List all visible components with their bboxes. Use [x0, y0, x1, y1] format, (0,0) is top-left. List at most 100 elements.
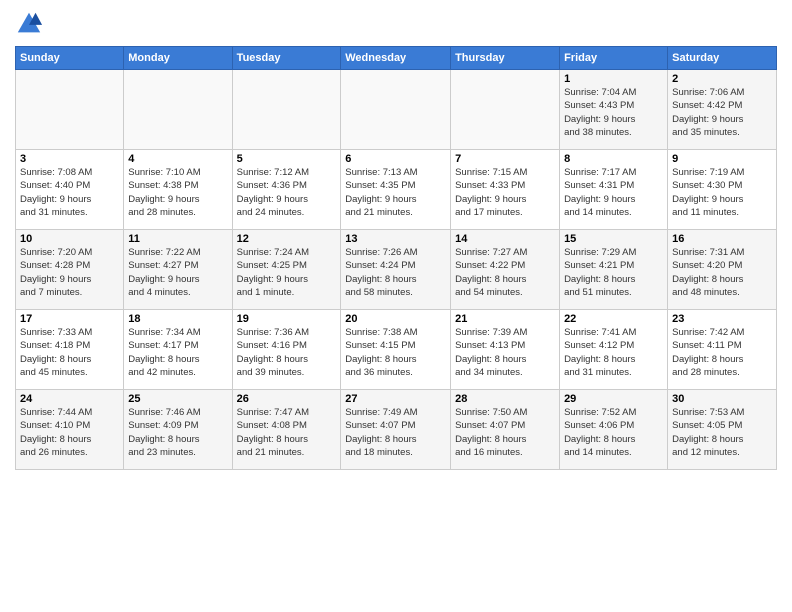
calendar-cell: [232, 70, 341, 150]
calendar-cell: 30Sunrise: 7:53 AM Sunset: 4:05 PM Dayli…: [668, 390, 777, 470]
day-number: 2: [672, 73, 772, 85]
day-number: 17: [20, 313, 119, 325]
calendar-cell: 2Sunrise: 7:06 AM Sunset: 4:42 PM Daylig…: [668, 70, 777, 150]
calendar-cell: 21Sunrise: 7:39 AM Sunset: 4:13 PM Dayli…: [451, 310, 560, 390]
day-number: 9: [672, 153, 772, 165]
calendar-cell: 14Sunrise: 7:27 AM Sunset: 4:22 PM Dayli…: [451, 230, 560, 310]
day-info: Sunrise: 7:13 AM Sunset: 4:35 PM Dayligh…: [345, 166, 446, 219]
weekday-header-saturday: Saturday: [668, 47, 777, 70]
day-number: 20: [345, 313, 446, 325]
day-number: 23: [672, 313, 772, 325]
day-info: Sunrise: 7:47 AM Sunset: 4:08 PM Dayligh…: [237, 406, 337, 459]
day-info: Sunrise: 7:04 AM Sunset: 4:43 PM Dayligh…: [564, 86, 663, 139]
calendar-cell: 16Sunrise: 7:31 AM Sunset: 4:20 PM Dayli…: [668, 230, 777, 310]
logo: [15, 10, 47, 38]
calendar-cell: 9Sunrise: 7:19 AM Sunset: 4:30 PM Daylig…: [668, 150, 777, 230]
calendar-cell: 29Sunrise: 7:52 AM Sunset: 4:06 PM Dayli…: [560, 390, 668, 470]
day-number: 24: [20, 393, 119, 405]
calendar-cell: 15Sunrise: 7:29 AM Sunset: 4:21 PM Dayli…: [560, 230, 668, 310]
day-info: Sunrise: 7:10 AM Sunset: 4:38 PM Dayligh…: [128, 166, 227, 219]
header: [15, 10, 777, 38]
day-info: Sunrise: 7:20 AM Sunset: 4:28 PM Dayligh…: [20, 246, 119, 299]
day-number: 15: [564, 233, 663, 245]
day-number: 12: [237, 233, 337, 245]
week-row-1: 1Sunrise: 7:04 AM Sunset: 4:43 PM Daylig…: [16, 70, 777, 150]
day-number: 19: [237, 313, 337, 325]
day-number: 1: [564, 73, 663, 85]
day-info: Sunrise: 7:26 AM Sunset: 4:24 PM Dayligh…: [345, 246, 446, 299]
calendar-table: SundayMondayTuesdayWednesdayThursdayFrid…: [15, 46, 777, 470]
calendar-cell: 17Sunrise: 7:33 AM Sunset: 4:18 PM Dayli…: [16, 310, 124, 390]
day-info: Sunrise: 7:12 AM Sunset: 4:36 PM Dayligh…: [237, 166, 337, 219]
calendar-cell: [124, 70, 232, 150]
day-info: Sunrise: 7:06 AM Sunset: 4:42 PM Dayligh…: [672, 86, 772, 139]
calendar-cell: 23Sunrise: 7:42 AM Sunset: 4:11 PM Dayli…: [668, 310, 777, 390]
calendar-cell: 20Sunrise: 7:38 AM Sunset: 4:15 PM Dayli…: [341, 310, 451, 390]
calendar-cell: 6Sunrise: 7:13 AM Sunset: 4:35 PM Daylig…: [341, 150, 451, 230]
day-info: Sunrise: 7:42 AM Sunset: 4:11 PM Dayligh…: [672, 326, 772, 379]
day-number: 11: [128, 233, 227, 245]
day-number: 10: [20, 233, 119, 245]
weekday-header-friday: Friday: [560, 47, 668, 70]
calendar-cell: [341, 70, 451, 150]
day-info: Sunrise: 7:27 AM Sunset: 4:22 PM Dayligh…: [455, 246, 555, 299]
calendar-cell: 7Sunrise: 7:15 AM Sunset: 4:33 PM Daylig…: [451, 150, 560, 230]
calendar-cell: [16, 70, 124, 150]
calendar-cell: 1Sunrise: 7:04 AM Sunset: 4:43 PM Daylig…: [560, 70, 668, 150]
day-info: Sunrise: 7:34 AM Sunset: 4:17 PM Dayligh…: [128, 326, 227, 379]
weekday-header-wednesday: Wednesday: [341, 47, 451, 70]
day-info: Sunrise: 7:36 AM Sunset: 4:16 PM Dayligh…: [237, 326, 337, 379]
weekday-header-sunday: Sunday: [16, 47, 124, 70]
week-row-4: 17Sunrise: 7:33 AM Sunset: 4:18 PM Dayli…: [16, 310, 777, 390]
calendar-cell: 27Sunrise: 7:49 AM Sunset: 4:07 PM Dayli…: [341, 390, 451, 470]
weekday-header-monday: Monday: [124, 47, 232, 70]
calendar-cell: 28Sunrise: 7:50 AM Sunset: 4:07 PM Dayli…: [451, 390, 560, 470]
calendar-cell: 4Sunrise: 7:10 AM Sunset: 4:38 PM Daylig…: [124, 150, 232, 230]
day-number: 21: [455, 313, 555, 325]
calendar-cell: 18Sunrise: 7:34 AM Sunset: 4:17 PM Dayli…: [124, 310, 232, 390]
weekday-header-thursday: Thursday: [451, 47, 560, 70]
day-info: Sunrise: 7:15 AM Sunset: 4:33 PM Dayligh…: [455, 166, 555, 219]
weekday-header-tuesday: Tuesday: [232, 47, 341, 70]
day-info: Sunrise: 7:41 AM Sunset: 4:12 PM Dayligh…: [564, 326, 663, 379]
day-info: Sunrise: 7:33 AM Sunset: 4:18 PM Dayligh…: [20, 326, 119, 379]
day-number: 4: [128, 153, 227, 165]
calendar-cell: 22Sunrise: 7:41 AM Sunset: 4:12 PM Dayli…: [560, 310, 668, 390]
calendar-cell: [451, 70, 560, 150]
day-number: 6: [345, 153, 446, 165]
calendar-cell: 24Sunrise: 7:44 AM Sunset: 4:10 PM Dayli…: [16, 390, 124, 470]
day-number: 14: [455, 233, 555, 245]
calendar-cell: 8Sunrise: 7:17 AM Sunset: 4:31 PM Daylig…: [560, 150, 668, 230]
day-number: 30: [672, 393, 772, 405]
day-number: 8: [564, 153, 663, 165]
day-info: Sunrise: 7:38 AM Sunset: 4:15 PM Dayligh…: [345, 326, 446, 379]
logo-icon: [15, 10, 43, 38]
day-info: Sunrise: 7:44 AM Sunset: 4:10 PM Dayligh…: [20, 406, 119, 459]
day-number: 28: [455, 393, 555, 405]
day-number: 22: [564, 313, 663, 325]
calendar-cell: 11Sunrise: 7:22 AM Sunset: 4:27 PM Dayli…: [124, 230, 232, 310]
day-info: Sunrise: 7:19 AM Sunset: 4:30 PM Dayligh…: [672, 166, 772, 219]
weekday-header-row: SundayMondayTuesdayWednesdayThursdayFrid…: [16, 47, 777, 70]
calendar-cell: 5Sunrise: 7:12 AM Sunset: 4:36 PM Daylig…: [232, 150, 341, 230]
page: SundayMondayTuesdayWednesdayThursdayFrid…: [0, 0, 792, 612]
day-info: Sunrise: 7:52 AM Sunset: 4:06 PM Dayligh…: [564, 406, 663, 459]
day-info: Sunrise: 7:29 AM Sunset: 4:21 PM Dayligh…: [564, 246, 663, 299]
calendar-cell: 10Sunrise: 7:20 AM Sunset: 4:28 PM Dayli…: [16, 230, 124, 310]
day-number: 29: [564, 393, 663, 405]
week-row-2: 3Sunrise: 7:08 AM Sunset: 4:40 PM Daylig…: [16, 150, 777, 230]
calendar-cell: 26Sunrise: 7:47 AM Sunset: 4:08 PM Dayli…: [232, 390, 341, 470]
day-info: Sunrise: 7:49 AM Sunset: 4:07 PM Dayligh…: [345, 406, 446, 459]
day-number: 3: [20, 153, 119, 165]
day-info: Sunrise: 7:22 AM Sunset: 4:27 PM Dayligh…: [128, 246, 227, 299]
day-info: Sunrise: 7:24 AM Sunset: 4:25 PM Dayligh…: [237, 246, 337, 299]
week-row-5: 24Sunrise: 7:44 AM Sunset: 4:10 PM Dayli…: [16, 390, 777, 470]
calendar-cell: 19Sunrise: 7:36 AM Sunset: 4:16 PM Dayli…: [232, 310, 341, 390]
day-info: Sunrise: 7:17 AM Sunset: 4:31 PM Dayligh…: [564, 166, 663, 219]
calendar-cell: 13Sunrise: 7:26 AM Sunset: 4:24 PM Dayli…: [341, 230, 451, 310]
day-info: Sunrise: 7:50 AM Sunset: 4:07 PM Dayligh…: [455, 406, 555, 459]
day-info: Sunrise: 7:46 AM Sunset: 4:09 PM Dayligh…: [128, 406, 227, 459]
day-number: 16: [672, 233, 772, 245]
calendar-cell: 12Sunrise: 7:24 AM Sunset: 4:25 PM Dayli…: [232, 230, 341, 310]
calendar-cell: 3Sunrise: 7:08 AM Sunset: 4:40 PM Daylig…: [16, 150, 124, 230]
